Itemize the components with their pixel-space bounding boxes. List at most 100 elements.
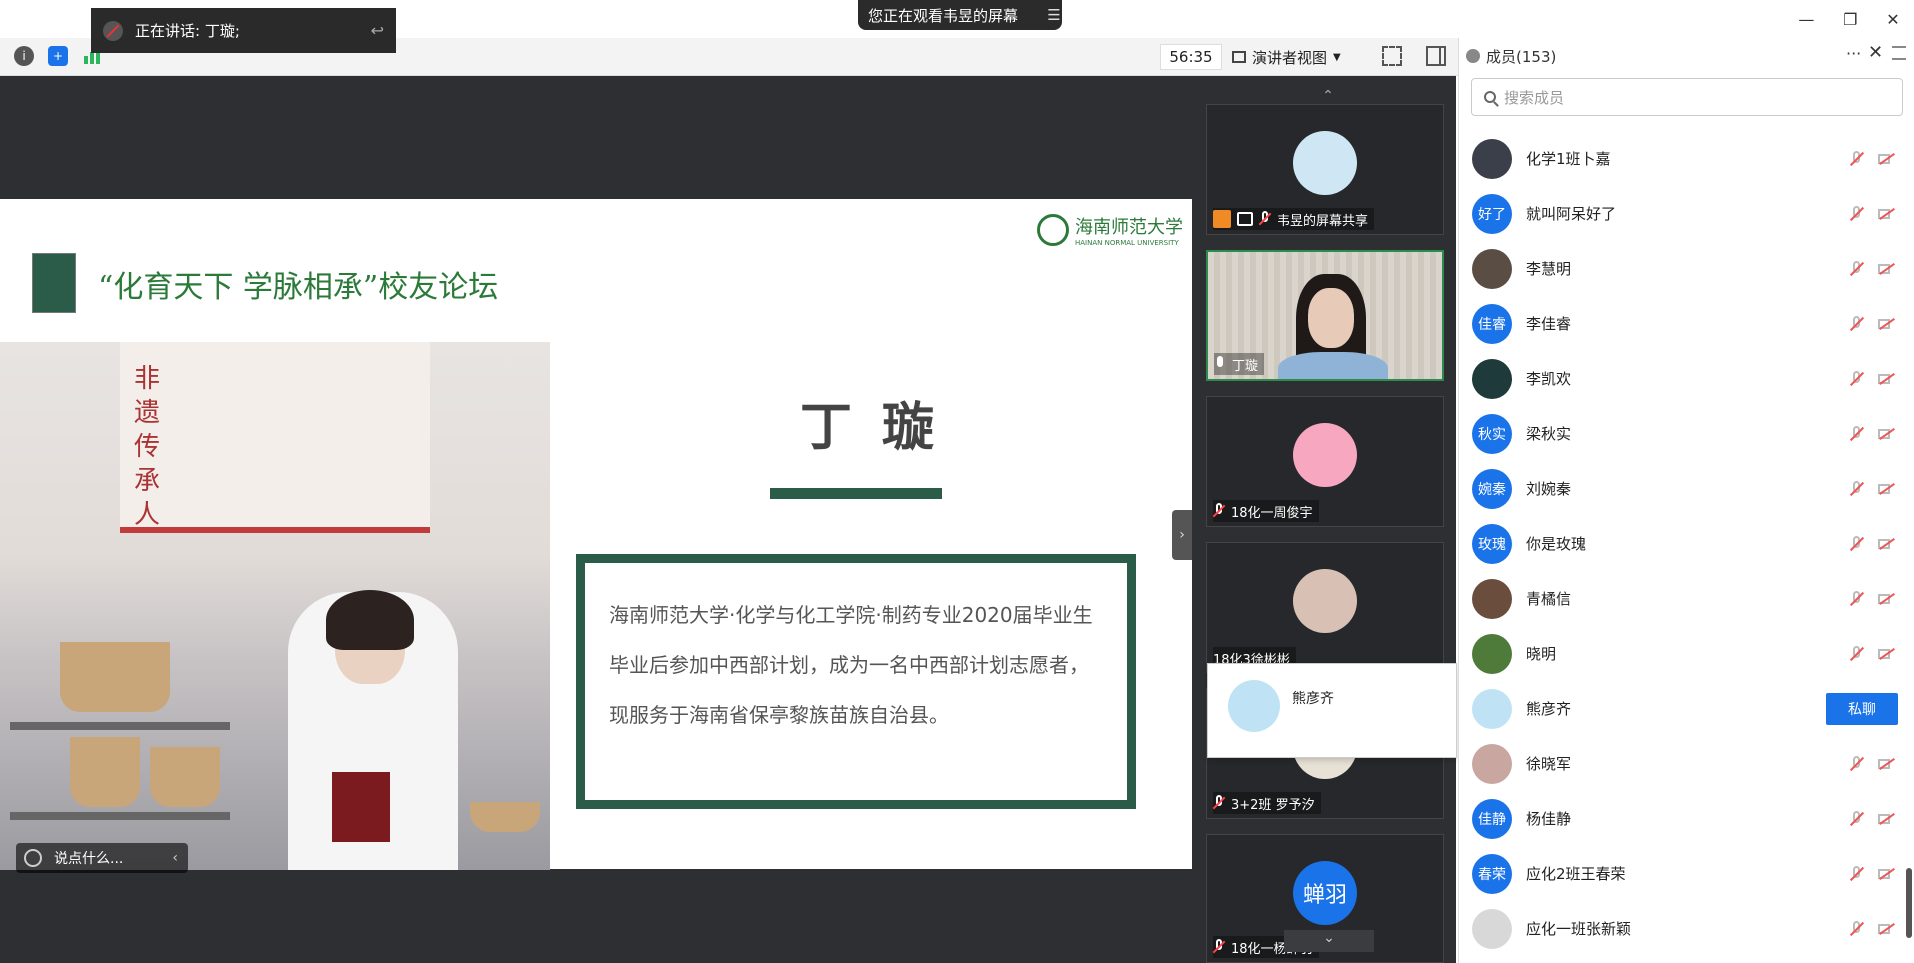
video-off-icon[interactable] xyxy=(1878,757,1896,771)
scrollbar[interactable] xyxy=(1906,868,1912,938)
video-off-icon[interactable] xyxy=(1878,427,1896,441)
list-icon[interactable] xyxy=(1892,46,1906,60)
muted-mic-icon[interactable] xyxy=(1848,920,1864,938)
member-row[interactable]: 青橘信 xyxy=(1472,576,1902,621)
member-row[interactable]: 徐晓军 xyxy=(1472,741,1902,786)
member-row[interactable]: 应化一班张新颖 xyxy=(1472,906,1902,951)
chevron-left-icon[interactable]: ‹ xyxy=(172,850,178,866)
person-hair xyxy=(326,590,414,650)
muted-mic-icon[interactable] xyxy=(1848,370,1864,388)
video-off-icon[interactable] xyxy=(1878,812,1896,826)
video-off-icon[interactable] xyxy=(1878,592,1896,606)
avatar xyxy=(1472,743,1512,784)
muted-mic-icon[interactable] xyxy=(1848,755,1864,773)
window-controls: — ❐ ✕ xyxy=(1784,0,1914,38)
muted-mic-icon xyxy=(1259,211,1271,227)
member-row[interactable]: 李凯欢 xyxy=(1472,356,1902,401)
close-icon[interactable]: ✕ xyxy=(1868,42,1883,63)
member-name: 化学1班卜嘉 xyxy=(1526,150,1611,168)
avatar: 佳静 xyxy=(1472,798,1512,839)
video-off-icon[interactable] xyxy=(1878,922,1896,936)
tile-name: 韦昱的屏幕共享 xyxy=(1277,213,1369,229)
speaking-text: 正在讲话: 丁璇; xyxy=(135,22,240,40)
emoji-icon[interactable] xyxy=(24,849,42,867)
more-icon[interactable]: ··· xyxy=(1846,44,1861,63)
muted-mic-icon[interactable] xyxy=(1848,865,1864,883)
muted-mic-icon[interactable] xyxy=(1848,810,1864,828)
video-off-icon[interactable] xyxy=(1878,262,1896,276)
avatar xyxy=(1472,908,1512,949)
muted-mic-icon xyxy=(1213,503,1225,519)
restore-icon[interactable]: ❐ xyxy=(1843,10,1857,29)
avatar xyxy=(1472,633,1512,674)
video-tile[interactable]: 18化一周俊宇 xyxy=(1206,396,1444,527)
video-off-icon[interactable] xyxy=(1878,867,1896,881)
collapse-icon[interactable]: ↩ xyxy=(371,21,384,40)
video-off-icon[interactable] xyxy=(1878,317,1896,331)
expand-handle[interactable]: › xyxy=(1172,510,1192,560)
chevron-down-icon[interactable]: ⌄ xyxy=(1284,930,1374,952)
video-off-icon[interactable] xyxy=(1878,207,1896,221)
video-tile[interactable]: 韦昱的屏幕共享 xyxy=(1206,104,1444,235)
member-row[interactable]: 玫瑰 你是玫瑰 xyxy=(1472,521,1902,566)
view-mode-dropdown[interactable]: 演讲者视图 ▼ xyxy=(1232,44,1372,70)
member-row[interactable]: 晓明 xyxy=(1472,631,1902,676)
member-row[interactable]: 佳静 杨佳静 xyxy=(1472,796,1902,841)
minimize-icon[interactable]: — xyxy=(1798,10,1814,29)
member-search-input[interactable]: 搜索成员 xyxy=(1471,78,1903,116)
muted-mic-icon xyxy=(1213,795,1225,811)
video-off-icon[interactable] xyxy=(1878,152,1896,166)
view-mode-label: 演讲者视图 xyxy=(1252,48,1328,67)
member-row[interactable]: 好了 就叫阿呆好了 xyxy=(1472,191,1902,236)
screen-share-icon xyxy=(1237,212,1253,226)
menu-icon[interactable]: ☰ xyxy=(1046,6,1062,24)
muted-mic-icon[interactable] xyxy=(1848,315,1864,333)
video-tile-active[interactable]: 丁璇 xyxy=(1206,250,1444,381)
avatar: 玫瑰 xyxy=(1472,523,1512,564)
muted-mic-icon[interactable] xyxy=(1848,535,1864,553)
video-off-icon[interactable] xyxy=(1878,482,1896,496)
member-row[interactable]: 佳睿 李佳睿 xyxy=(1472,301,1902,346)
muted-mic-icon[interactable] xyxy=(1848,425,1864,443)
member-row[interactable]: 李慧明 xyxy=(1472,246,1902,291)
muted-mic-icon[interactable] xyxy=(1848,150,1864,168)
member-name: 青橘信 xyxy=(1526,590,1572,608)
member-row[interactable]: 熊彦齐 私聊 xyxy=(1472,686,1902,731)
chevron-up-icon[interactable]: ⌃ xyxy=(1318,88,1338,104)
info-icon[interactable]: i xyxy=(14,46,34,66)
member-name: 徐晓军 xyxy=(1526,755,1572,773)
video-off-icon[interactable] xyxy=(1878,537,1896,551)
muted-mic-icon[interactable] xyxy=(1848,480,1864,498)
chevron-down-icon: ▼ xyxy=(1333,51,1341,63)
muted-mic-icon[interactable] xyxy=(1848,590,1864,608)
video-off-icon[interactable] xyxy=(1878,647,1896,661)
screen-share-banner[interactable]: 您正在观看韦昱的屏幕 ☰ xyxy=(858,0,1062,30)
member-hover-card[interactable]: 熊彦齐 xyxy=(1207,663,1457,758)
avatar xyxy=(1228,680,1280,732)
panel-title: 成员(153) xyxy=(1466,44,1556,68)
tile-label: 韦昱的屏幕共享 xyxy=(1213,208,1375,230)
video-tile[interactable]: 18化3徐彬彬 xyxy=(1206,542,1444,673)
member-row[interactable]: 秋实 梁秋实 xyxy=(1472,411,1902,456)
avatar: 秋实 xyxy=(1472,413,1512,454)
member-row[interactable]: 化学1班卜嘉 xyxy=(1472,136,1902,181)
red-book xyxy=(332,772,390,842)
muted-mic-icon[interactable] xyxy=(1848,645,1864,663)
comment-box[interactable]: 说点什么... ‹ xyxy=(16,843,188,873)
avatar xyxy=(1472,248,1512,289)
close-window-icon[interactable]: ✕ xyxy=(1886,10,1899,29)
private-chat-button[interactable]: 私聊 xyxy=(1826,692,1898,725)
member-row[interactable]: 婉秦 刘婉秦 xyxy=(1472,466,1902,511)
muted-mic-icon[interactable] xyxy=(1848,205,1864,223)
video-off-icon[interactable] xyxy=(1878,372,1896,386)
fullscreen-icon[interactable] xyxy=(1382,46,1402,66)
member-name: 杨佳静 xyxy=(1526,810,1572,828)
avatar: 蝉羽 xyxy=(1293,861,1357,925)
university-logo: 海南师范大学 HAINAN NORMAL UNIVERSITY xyxy=(1037,212,1183,248)
sidebar-toggle-icon[interactable] xyxy=(1426,46,1446,66)
avatar: 婉秦 xyxy=(1472,468,1512,509)
shelf xyxy=(10,812,230,820)
muted-mic-icon[interactable] xyxy=(1848,260,1864,278)
member-row[interactable]: 春荣 应化2班王春荣 xyxy=(1472,851,1902,896)
shield-icon[interactable]: + xyxy=(48,46,68,66)
